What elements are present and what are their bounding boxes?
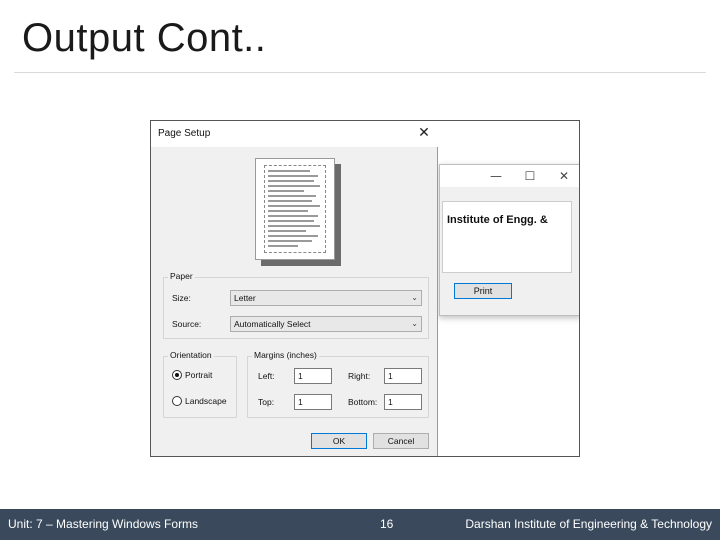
cancel-button[interactable]: Cancel: [373, 433, 429, 449]
page-preview: [255, 158, 335, 260]
preview-line: [268, 185, 320, 187]
margins-group-label: Margins (inches): [252, 350, 319, 360]
size-select-value: Letter: [234, 293, 256, 303]
preview-line: [268, 220, 314, 222]
bottom-margin-label: Bottom:: [348, 397, 378, 407]
title-divider: [14, 72, 706, 73]
orientation-group-label: Orientation: [168, 350, 214, 360]
preview-line: [268, 245, 298, 247]
page-preview-margin: [264, 165, 326, 253]
right-margin-label: Right:: [348, 371, 371, 381]
preview-line: [268, 240, 312, 242]
dialog-titlebar: Page Setup ✕: [151, 121, 438, 147]
preview-line: [268, 190, 304, 192]
preview-line: [268, 195, 316, 197]
form-content-panel: Institute of Engg. &: [442, 201, 572, 273]
ok-button[interactable]: OK: [311, 433, 367, 449]
dialog-close-icon[interactable]: ✕: [414, 123, 434, 143]
landscape-radio[interactable]: [172, 396, 182, 406]
top-margin-input[interactable]: 1: [294, 394, 332, 410]
minimize-icon[interactable]: —: [488, 168, 504, 184]
preview-line: [268, 225, 320, 227]
preview-line: [268, 205, 320, 207]
portrait-radio[interactable]: [172, 370, 182, 380]
right-margin-input[interactable]: 1: [384, 368, 422, 384]
source-label: Source:: [172, 319, 202, 329]
preview-line: [268, 230, 306, 232]
preview-line: [268, 210, 308, 212]
close-icon[interactable]: ✕: [556, 168, 572, 184]
page-setup-dialog: Page Setup ✕ Paper Size: Letter ⌄ Source…: [151, 121, 438, 456]
chevron-down-icon: ⌄: [411, 293, 418, 302]
preview-line: [268, 175, 318, 177]
preview-line: [268, 170, 310, 172]
landscape-label[interactable]: Landscape: [185, 396, 227, 406]
form-label: Institute of Engg. &: [447, 214, 548, 226]
preview-line: [268, 215, 318, 217]
maximize-icon[interactable]: ☐: [522, 168, 538, 184]
orientation-group: Orientation Portrait Landscape: [163, 350, 237, 418]
left-margin-label: Left:: [258, 371, 275, 381]
source-select[interactable]: Automatically Select ⌄: [230, 316, 422, 332]
portrait-label[interactable]: Portrait: [185, 370, 212, 380]
size-label: Size:: [172, 293, 191, 303]
radio-selected-dot: [175, 373, 179, 377]
background-form-titlebar: — ☐ ✕: [440, 165, 579, 187]
chevron-down-icon: ⌄: [411, 319, 418, 328]
print-button[interactable]: Print: [454, 283, 512, 299]
bottom-margin-input[interactable]: 1: [384, 394, 422, 410]
preview-line: [268, 180, 314, 182]
preview-line: [268, 200, 312, 202]
margins-group: Margins (inches) Left: 1 Right: 1 Top: 1…: [247, 350, 429, 418]
top-margin-label: Top:: [258, 397, 275, 407]
size-select[interactable]: Letter ⌄: [230, 290, 422, 306]
source-select-value: Automatically Select: [234, 319, 311, 329]
slide-footer: Unit: 7 – Mastering Windows Forms 16 Dar…: [0, 509, 720, 540]
footer-unit-title: Unit: 7 – Mastering Windows Forms: [8, 517, 199, 531]
preview-line: [268, 235, 318, 237]
paper-group-label: Paper: [168, 271, 195, 281]
footer-institute: Darshan Institute of Engineering & Techn…: [465, 517, 712, 531]
embedded-screenshot: — ☐ ✕ Institute of Engg. & Print Page Se…: [150, 120, 580, 457]
footer-page-number: 16: [380, 517, 394, 531]
slide-title: Output Cont..: [22, 16, 267, 60]
background-form-window: — ☐ ✕ Institute of Engg. & Print: [439, 164, 579, 316]
dialog-title: Page Setup: [158, 128, 211, 139]
paper-group: Paper Size: Letter ⌄ Source: Automatical…: [163, 271, 429, 339]
left-margin-input[interactable]: 1: [294, 368, 332, 384]
